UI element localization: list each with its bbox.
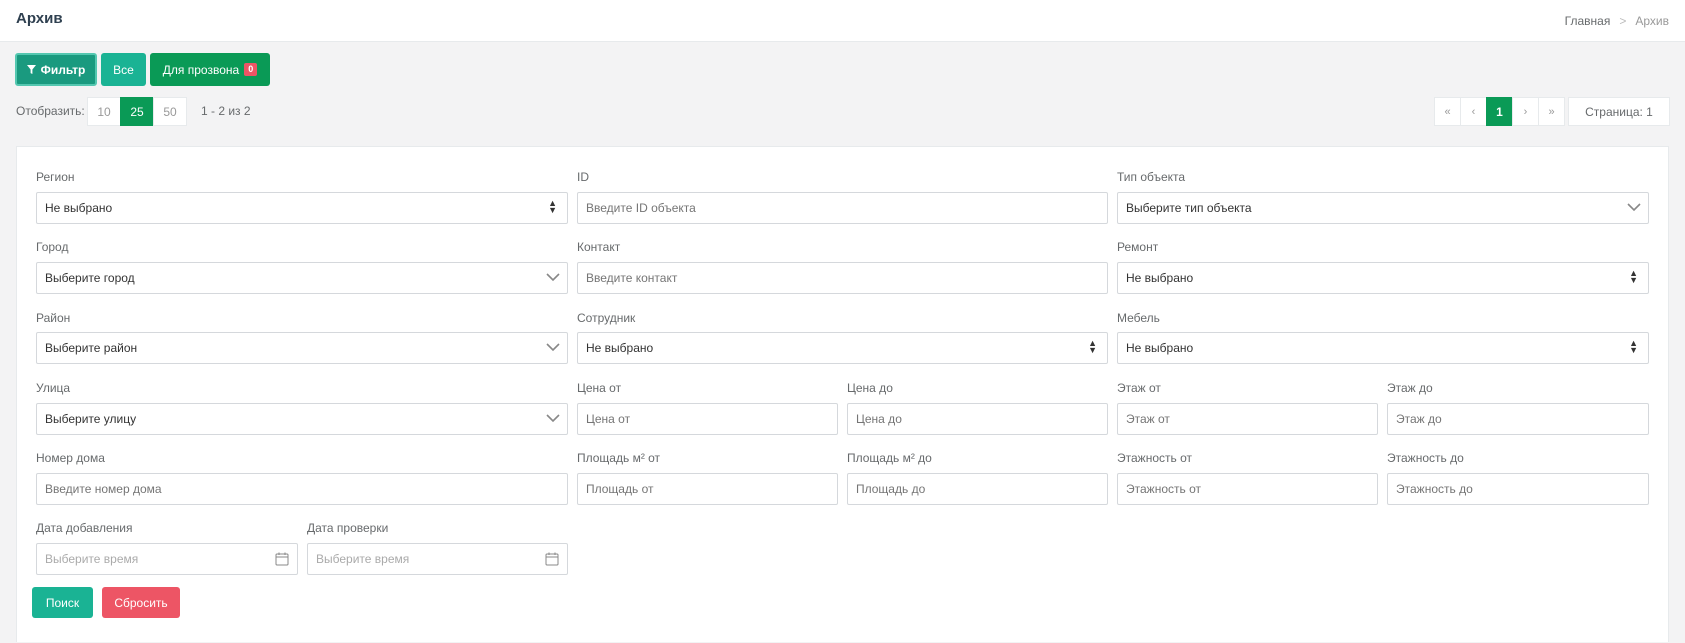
- area-from-label: Площадь м² от: [577, 451, 661, 465]
- call-count-badge: 0: [244, 63, 258, 76]
- sort-arrows-icon: ▲ ▼: [1088, 338, 1097, 355]
- date-added-label: Дата добавления: [36, 521, 133, 535]
- sort-arrows-icon: ▲ ▼: [548, 198, 557, 215]
- last-page-button[interactable]: »: [1538, 97, 1565, 126]
- repair-select-value: Не выбрано: [1126, 271, 1194, 285]
- furniture-select[interactable]: Не выбрано ▲ ▼: [1117, 332, 1649, 364]
- reset-button[interactable]: Сбросить: [102, 587, 180, 618]
- date-checked-placeholder: Выберите время: [316, 552, 410, 566]
- street-select[interactable]: Выберите улицу: [36, 403, 568, 435]
- page-size-25[interactable]: 25: [120, 97, 154, 126]
- page-title: Архив: [16, 10, 63, 27]
- filter-button-label: Фильтр: [40, 62, 86, 77]
- price-from-input[interactable]: [577, 403, 838, 435]
- floors-from-label: Этажность от: [1117, 451, 1192, 465]
- city-select-value: Выберите город: [45, 271, 135, 285]
- sort-arrows-icon: ▲ ▼: [1629, 268, 1638, 285]
- calendar-icon: [545, 552, 559, 566]
- filter-icon: [26, 65, 36, 74]
- reset-button-label: Сбросить: [114, 595, 168, 610]
- furniture-label: Мебель: [1117, 311, 1160, 325]
- repair-label: Ремонт: [1117, 240, 1159, 254]
- employee-select-value: Не выбрано: [586, 341, 654, 355]
- region-label: Регион: [36, 170, 75, 184]
- area-from-input[interactable]: [577, 473, 838, 505]
- date-checked-label: Дата проверки: [307, 521, 389, 535]
- floor-to-input[interactable]: [1387, 403, 1649, 435]
- house-number-input[interactable]: [36, 473, 568, 505]
- page-size-50[interactable]: 50: [153, 97, 187, 126]
- chevron-down-icon: [546, 414, 560, 423]
- street-select-value: Выберите улицу: [45, 412, 137, 426]
- price-to-input[interactable]: [847, 403, 1108, 435]
- chevron-down-icon: [546, 343, 560, 352]
- district-label: Район: [36, 311, 71, 325]
- for-calling-button[interactable]: Для прозвона 0: [150, 53, 270, 86]
- floor-to-label: Этаж до: [1387, 381, 1433, 395]
- prev-page-button[interactable]: ‹: [1460, 97, 1487, 126]
- all-button-label: Все: [113, 62, 134, 77]
- search-button-label: Поиск: [45, 595, 80, 610]
- object-type-select-value: Выберите тип объекта: [1126, 201, 1252, 215]
- pagination: « ‹ 1 › »: [1434, 97, 1565, 126]
- first-page-button[interactable]: «: [1434, 97, 1461, 126]
- page-size-selector: 10 25 50: [87, 97, 187, 126]
- district-select-value: Выберите район: [45, 341, 138, 355]
- results-range: 1 - 2 из 2: [201, 104, 251, 118]
- date-added-picker[interactable]: Выберите время: [36, 543, 298, 575]
- next-page-button[interactable]: ›: [1512, 97, 1539, 126]
- page-size-label: Отобразить:: [16, 104, 85, 118]
- district-select[interactable]: Выберите район: [36, 332, 568, 364]
- object-type-select[interactable]: Выберите тип объекта: [1117, 192, 1649, 224]
- price-from-label: Цена от: [577, 381, 622, 395]
- region-select-value: Не выбрано: [45, 201, 113, 215]
- floors-to-label: Этажность до: [1387, 451, 1464, 465]
- street-label: Улица: [36, 381, 71, 395]
- id-input[interactable]: [577, 192, 1108, 224]
- page-indicator: Страница: 1: [1568, 97, 1670, 126]
- breadcrumb: Главная > Архив: [1565, 14, 1669, 28]
- id-label: ID: [577, 170, 589, 184]
- breadcrumb-current: Архив: [1635, 14, 1669, 28]
- chevron-down-icon: [546, 273, 560, 282]
- city-select[interactable]: Выберите город: [36, 262, 568, 294]
- page-size-10[interactable]: 10: [87, 97, 121, 126]
- repair-select[interactable]: Не выбрано ▲ ▼: [1117, 262, 1649, 294]
- breadcrumb-home-link[interactable]: Главная: [1565, 14, 1611, 28]
- breadcrumb-separator-icon: >: [1619, 14, 1627, 28]
- price-to-label: Цена до: [847, 381, 893, 395]
- floor-from-label: Этаж от: [1117, 381, 1161, 395]
- city-label: Город: [36, 240, 69, 254]
- calendar-icon: [275, 552, 289, 566]
- furniture-select-value: Не выбрано: [1126, 341, 1194, 355]
- sort-arrows-icon: ▲ ▼: [1629, 338, 1638, 355]
- top-bar: Архив Главная > Архив: [0, 0, 1685, 42]
- date-checked-picker[interactable]: Выберите время: [307, 543, 568, 575]
- area-to-label: Площадь м² до: [847, 451, 932, 465]
- contact-label: Контакт: [577, 240, 621, 254]
- floors-to-input[interactable]: [1387, 473, 1649, 505]
- house-number-label: Номер дома: [36, 451, 105, 465]
- current-page-button[interactable]: 1: [1486, 97, 1513, 126]
- object-type-label: Тип объекта: [1117, 170, 1186, 184]
- employee-label: Сотрудник: [577, 311, 636, 325]
- all-button[interactable]: Все: [101, 53, 146, 86]
- search-button[interactable]: Поиск: [32, 587, 93, 618]
- date-added-placeholder: Выберите время: [45, 552, 139, 566]
- chevron-down-icon: [1627, 203, 1641, 212]
- contact-input[interactable]: [577, 262, 1108, 294]
- employee-select[interactable]: Не выбрано ▲ ▼: [577, 332, 1108, 364]
- floor-from-input[interactable]: [1117, 403, 1378, 435]
- area-to-input[interactable]: [847, 473, 1108, 505]
- filter-button[interactable]: Фильтр: [15, 53, 97, 86]
- floors-from-input[interactable]: [1117, 473, 1378, 505]
- region-select[interactable]: Не выбрано ▲ ▼: [36, 192, 568, 224]
- for-calling-button-label: Для прозвона: [162, 62, 240, 77]
